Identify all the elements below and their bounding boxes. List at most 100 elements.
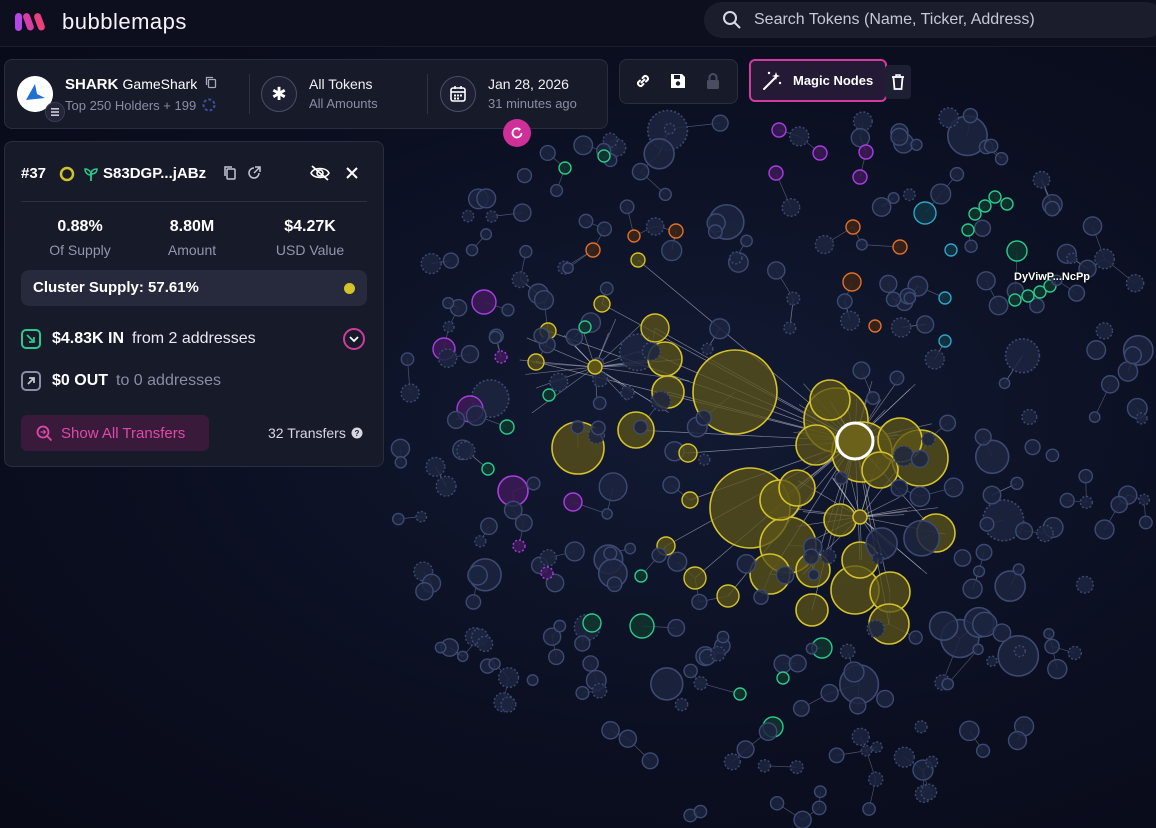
default-holder-node[interactable] [786,291,801,306]
default-holder-node[interactable] [828,747,845,764]
selected-holder-node[interactable] [835,421,875,461]
default-holder-node[interactable] [885,291,902,307]
default-holder-node[interactable] [1094,248,1116,270]
default-holder-node[interactable] [871,197,892,217]
default-holder-node[interactable] [435,475,457,497]
default-holder-node[interactable] [1138,515,1153,530]
default-holder-node[interactable] [811,800,827,816]
default-holder-node[interactable] [789,126,810,147]
green-holder-node[interactable] [1021,289,1035,303]
default-holder-node[interactable] [943,477,964,498]
default-holder-node[interactable] [456,650,469,663]
default-holder-node[interactable] [1078,468,1094,484]
cluster-holder-node[interactable] [795,593,829,627]
default-holder-node[interactable] [1004,338,1041,374]
default-holder-node[interactable] [624,542,637,555]
default-holder-node[interactable] [526,674,539,687]
default-holder-node[interactable] [803,548,820,565]
purple-holder-node[interactable] [494,350,508,364]
default-holder-node[interactable] [691,593,708,611]
default-holder-node[interactable] [709,318,731,340]
default-holder-node[interactable] [707,224,723,240]
default-holder-node[interactable] [603,546,618,561]
green-holder-node[interactable] [499,419,515,435]
default-holder-node[interactable] [852,111,873,132]
orange-holder-node[interactable] [627,229,641,243]
default-holder-node[interactable] [793,810,812,828]
default-holder-node[interactable] [620,385,635,400]
default-holder-node[interactable] [871,552,884,565]
default-holder-node[interactable] [789,760,804,775]
purple-holder-node[interactable] [540,566,554,580]
green-holder-node[interactable] [629,613,655,639]
default-holder-node[interactable] [442,320,455,333]
default-holder-node[interactable] [633,419,648,435]
expand-inflow-button[interactable] [343,328,365,350]
default-holder-node[interactable] [674,697,689,712]
default-holder-node[interactable] [710,645,726,662]
default-holder-node[interactable] [975,543,993,561]
default-holder-node[interactable] [631,162,650,181]
default-holder-node[interactable] [813,785,827,799]
default-holder-node[interactable] [650,667,684,701]
default-holder-node[interactable] [390,438,411,459]
default-holder-node[interactable] [982,485,1002,505]
purple-holder-node[interactable] [858,144,874,160]
default-holder-node[interactable] [476,188,497,209]
default-holder-node[interactable] [767,261,786,280]
default-holder-node[interactable] [757,759,772,773]
link-button[interactable] [632,70,654,92]
default-holder-node[interactable] [1138,493,1151,506]
default-holder-node[interactable] [511,271,529,289]
green-holder-node[interactable] [733,687,747,701]
default-holder-node[interactable] [539,144,556,162]
default-holder-node[interactable] [711,114,729,132]
default-holder-node[interactable] [663,122,676,135]
default-holder-node[interactable] [658,187,672,202]
default-holder-node[interactable] [890,127,909,146]
copy-icon[interactable] [223,165,237,181]
default-holder-node[interactable] [693,804,708,819]
default-holder-node[interactable] [570,420,585,435]
default-holder-node[interactable] [925,755,939,769]
default-holder-node[interactable] [394,455,408,469]
default-holder-node[interactable] [736,740,755,759]
default-holder-node[interactable] [480,228,493,241]
magic-nodes-button[interactable]: Magic Nodes [749,59,887,102]
green-holder-node[interactable] [634,569,648,583]
default-holder-node[interactable] [548,648,565,666]
show-all-transfers-button[interactable]: Show All Transfers [21,415,209,451]
cluster-holder-node[interactable] [678,443,698,463]
default-holder-node[interactable] [582,655,599,672]
delete-button[interactable] [885,65,911,99]
default-holder-node[interactable] [465,594,482,610]
green-holder-node[interactable] [597,149,611,163]
default-holder-node[interactable] [890,479,909,497]
default-holder-node[interactable] [1094,519,1115,540]
default-holder-node[interactable] [870,741,883,754]
default-holder-node[interactable] [998,377,1011,390]
default-holder-node[interactable] [903,519,941,557]
default-holder-node[interactable] [938,107,960,129]
default-holder-node[interactable] [866,619,885,639]
default-holder-node[interactable] [903,291,917,305]
default-holder-node[interactable] [972,643,984,656]
default-holder-node[interactable] [488,657,501,671]
default-holder-node[interactable] [902,188,916,202]
default-holder-node[interactable] [619,199,635,215]
default-holder-node[interactable] [887,191,900,205]
default-holder-node[interactable] [460,344,480,364]
default-holder-node[interactable] [1044,200,1061,217]
refresh-button[interactable] [503,119,531,147]
search-input[interactable] [752,10,1136,30]
default-holder-node[interactable] [921,431,936,447]
default-holder-node[interactable] [915,315,935,334]
default-holder-node[interactable] [1100,375,1120,394]
default-holder-node[interactable] [973,219,992,237]
default-holder-node[interactable] [807,568,820,581]
orange-holder-node[interactable] [868,319,882,333]
default-holder-node[interactable] [565,328,584,347]
default-holder-node[interactable] [909,486,931,507]
default-holder-node[interactable] [855,238,868,251]
green-holder-node[interactable] [481,462,495,476]
